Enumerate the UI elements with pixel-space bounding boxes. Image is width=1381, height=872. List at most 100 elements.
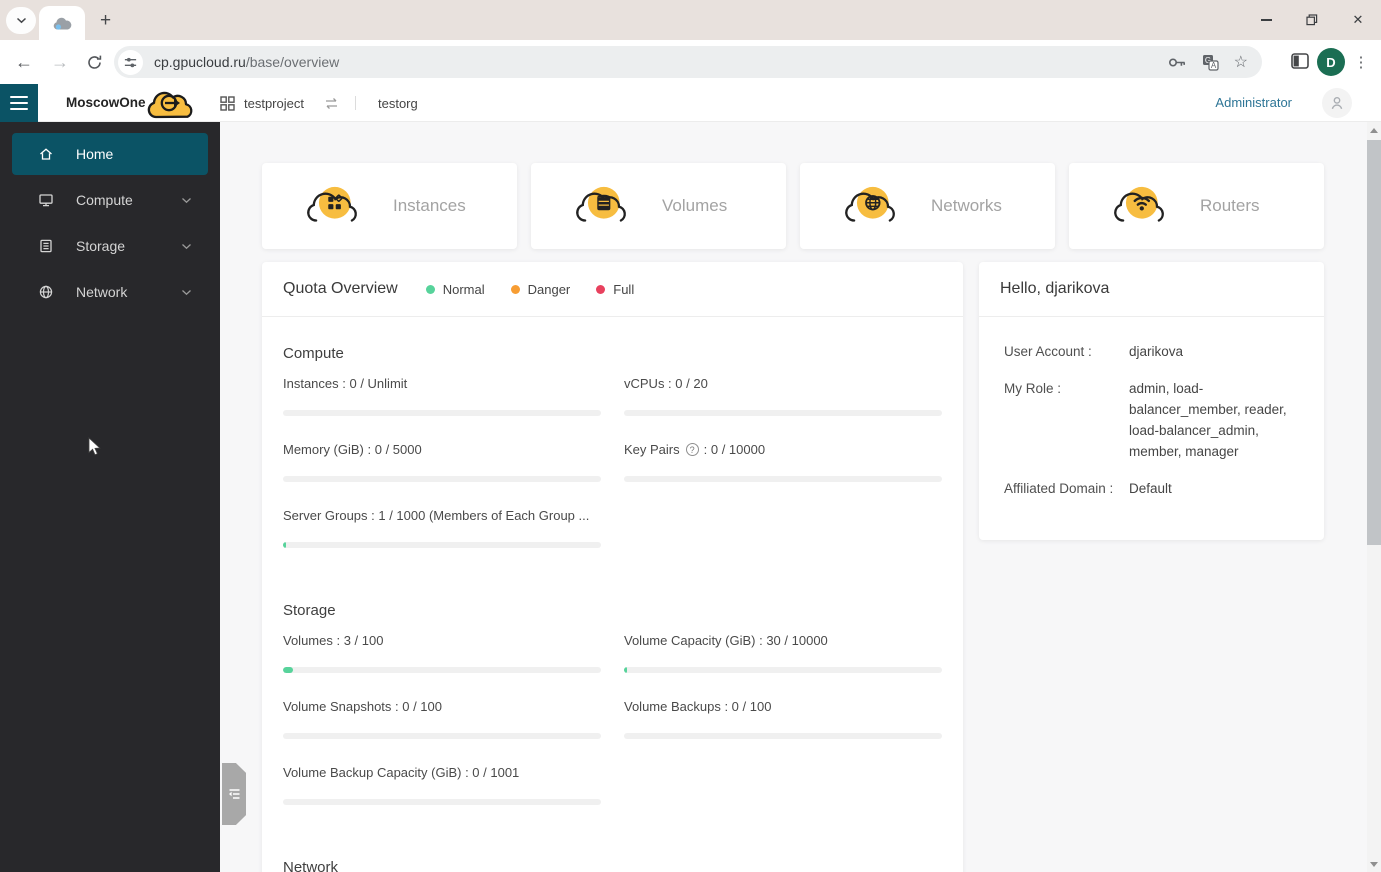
quota-progress-bar [283,733,601,739]
quota-progress-bar [283,476,601,482]
quota-item-label: Volume Backups : 0 / 100 [624,699,942,714]
service-card-routers[interactable]: Routers [1069,163,1324,249]
url-host: cp.gpucloud.ru [154,54,246,70]
service-card-volumes[interactable]: Volumes [531,163,786,249]
sidebar-item-home[interactable]: Home [12,133,208,175]
legend-label: Normal [442,281,485,297]
quota-item-label: Volumes : 3 / 100 [283,633,601,648]
quota-progress-fill [283,542,286,548]
quota-item-label: Server Groups : 1 / 1000 (Members of Eac… [283,508,601,523]
quota-item-text: Volume Snapshots : 0 / 100 [283,699,442,714]
sidebar-item-storage[interactable]: Storage [12,225,208,267]
quota-grid: Instances : 0 / Unlimit vCPUs : 0 / 20 Mem… [283,376,942,574]
bookmark-star-icon[interactable]: ☆ [1234,52,1248,72]
reload-button[interactable] [80,48,108,76]
quota-item: vCPUs : 0 / 20 [624,376,942,416]
quota-item: Server Groups : 1 / 1000 (Members of Eac… [283,508,601,548]
url-bar[interactable]: cp.gpucloud.ru/base/overview GA ☆ [114,46,1262,78]
quota-title: Quota Overview [283,280,398,297]
quota-item-text: : 0 / 10000 [703,442,766,457]
user-avatar[interactable] [1322,88,1352,118]
quota-item-label: Key Pairs? : 0 / 10000 [624,442,942,457]
quota-progress-bar [283,667,601,673]
browser-toolbar: ← → cp.gpucloud.ru/base/overview GA ☆ D … [0,40,1381,84]
quota-legend: Normal Danger Full [425,281,635,297]
translate-icon[interactable]: GA [1202,54,1219,71]
quota-item-label: Memory (GiB) : 0 / 5000 [283,442,601,457]
project-name[interactable]: testproject [244,96,304,111]
menu-toggle-button[interactable] [0,84,38,122]
header-divider [354,96,356,110]
cloud-favicon [53,17,71,30]
quota-item-label: Volume Backup Capacity (GiB) : 0 / 1001 [283,765,601,780]
quota-section-title: Storage [283,602,336,619]
browser-tab[interactable] [39,6,85,40]
organization-name[interactable]: testorg [378,96,418,111]
profile-field: My Role : admin, load-balancer_member, re… [1004,378,1300,462]
url-text[interactable]: cp.gpucloud.ru/base/overview [154,54,1168,70]
password-key-icon[interactable] [1168,56,1187,69]
quota-item-label: Instances : 0 / Unlimit [283,376,601,391]
profile-field-label: User Account : [1004,344,1092,359]
quota-item: Volume Backups : 0 / 100 [624,699,942,739]
quota-progress-bar [624,476,942,482]
new-tab-button[interactable]: + [93,8,118,33]
profile-field-value: admin, load-balancer_member, reader, loa… [1129,381,1287,459]
scroll-up-arrow[interactable] [1367,122,1381,138]
legend-danger: Danger [510,282,570,297]
volumes-cloud-icon [573,183,629,230]
quota-progress-bar [624,733,942,739]
help-icon[interactable]: ? [685,443,699,456]
chevron-down-icon [16,17,26,24]
quota-item-text: Volume Backups : 0 / 100 [624,699,772,714]
scroll-down-arrow[interactable] [1367,856,1381,872]
legend-label: Full [613,281,635,297]
forward-button[interactable]: → [46,48,74,76]
back-button[interactable]: ← [10,48,38,76]
chevron-down-icon [181,289,192,296]
browser-profile-avatar[interactable]: D [1317,48,1345,76]
quota-grid: Volumes : 3 / 100 Volume Capacity (GiB) :… [283,633,942,831]
restore-button[interactable] [1289,0,1335,40]
service-card-networks[interactable]: Networks [800,163,1055,249]
page-scrollbar[interactable] [1367,122,1381,872]
app-header: MoscowOne testproject testorg Administra… [0,84,1381,122]
quota-item-text: Memory (GiB) : 0 / 5000 [283,442,422,457]
scrollbar-thumb[interactable] [1367,140,1381,545]
main-content: Instances Volumes Networks Routers Quota Ov… [220,122,1381,872]
sidebar-item-label: Storage [76,238,126,254]
browser-menu-button[interactable]: ⋮ [1349,47,1373,77]
home-icon [38,146,54,162]
service-card-instances[interactable]: Instances [262,163,517,249]
minimize-button[interactable] [1243,0,1289,40]
quota-overview-card: Quota Overview Normal Danger Full Compute I… [262,262,963,872]
quota-section-title: Network [283,859,339,872]
quota-item: Volumes : 3 / 100 [283,633,601,673]
switch-project-icon[interactable] [324,97,339,110]
quota-item-text: Volume Backup Capacity (GiB) : 0 / 1001 [283,765,520,780]
legend-dot [510,284,520,294]
profile-field-label: My Role : [1004,381,1062,396]
quota-progress-fill [283,667,293,673]
url-path: /base/overview [245,54,340,70]
site-settings-button[interactable] [118,49,143,75]
brand-name: MoscowOne [66,95,146,110]
project-grid-icon[interactable] [220,95,235,111]
legend-dot [425,284,435,294]
quota-item: Volume Snapshots : 0 / 100 [283,699,601,739]
quota-section-title: Compute [283,345,344,362]
quota-item: Memory (GiB) : 0 / 5000 [283,442,601,482]
tab-search-button[interactable] [6,7,36,34]
administrator-link[interactable]: Administrator [1215,84,1292,122]
collapse-sidebar-handle[interactable] [222,763,246,825]
close-button[interactable]: ✕ [1335,0,1381,40]
compute-icon [38,192,54,208]
sidebar-item-network[interactable]: Network [12,271,208,313]
side-panel-button[interactable] [1291,53,1309,74]
quota-progress-bar [283,799,601,805]
reload-icon [87,55,101,69]
quota-item-text: Volumes : 3 / 100 [283,633,384,648]
sidebar-item-compute[interactable]: Compute [12,179,208,221]
svg-text:A: A [1210,61,1216,70]
sidebar-item-label: Home [76,146,114,162]
